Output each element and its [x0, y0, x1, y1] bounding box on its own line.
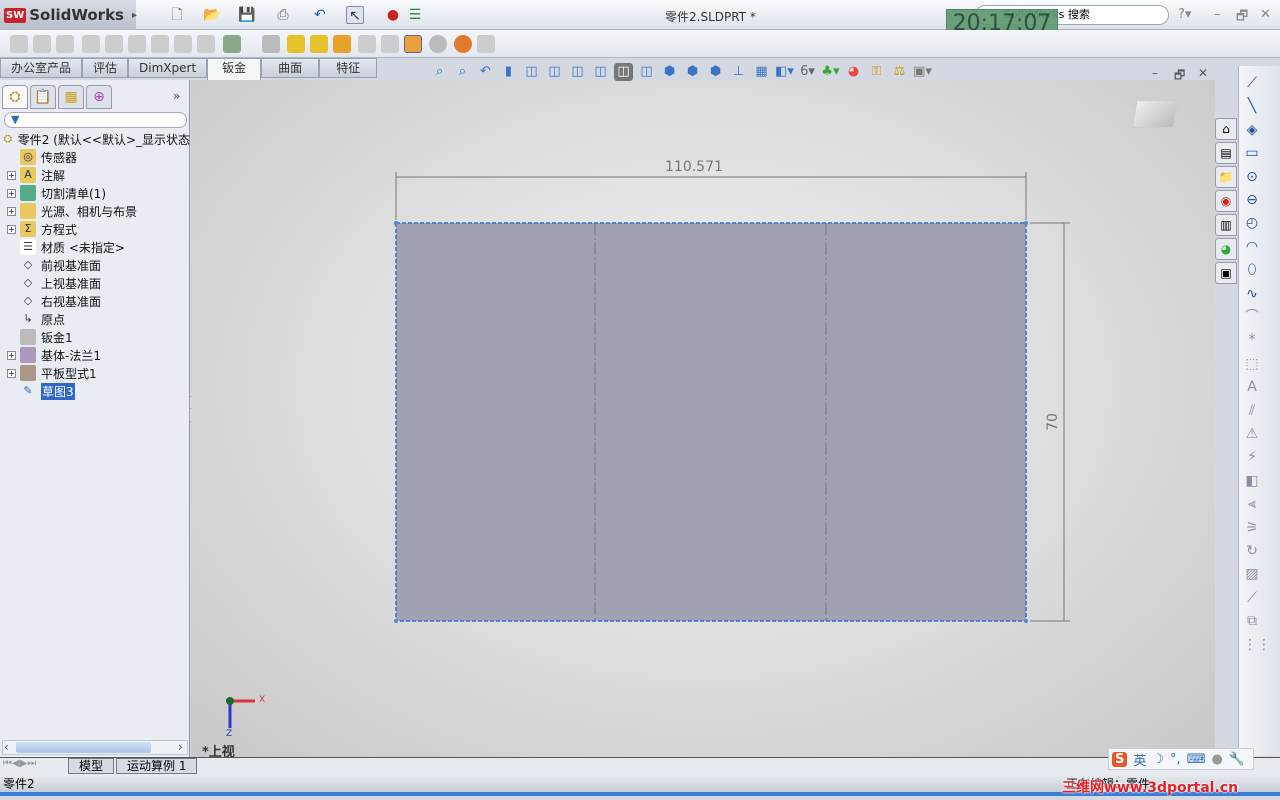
- 3d-content-central-icon[interactable]: ◉: [1215, 190, 1237, 212]
- grid-icon[interactable]: ⋮⋮: [1243, 636, 1271, 654]
- design-library-icon[interactable]: ▤: [1215, 142, 1237, 164]
- trim-icon[interactable]: ⫽: [1243, 402, 1261, 420]
- point-icon[interactable]: *: [1243, 331, 1261, 349]
- centerline-icon[interactable]: ◈: [1243, 121, 1261, 139]
- offset-icon[interactable]: ⚡: [1243, 448, 1261, 466]
- construction-geometry-icon[interactable]: ⬚: [1243, 355, 1261, 373]
- tab-motion-study[interactable]: 运动算例 1: [116, 758, 198, 774]
- slot-icon[interactable]: ⊖: [1243, 191, 1261, 209]
- ellipse-icon[interactable]: ⬯: [1243, 261, 1261, 279]
- text-icon[interactable]: A: [1243, 378, 1261, 396]
- convert-entities-icon[interactable]: ◧: [1243, 472, 1261, 490]
- copy-icon[interactable]: ⧉: [1243, 612, 1261, 630]
- origin-point: [226, 697, 234, 705]
- height-dimension[interactable]: 70: [1045, 413, 1061, 431]
- wrench-icon[interactable]: 🔧: [1229, 752, 1245, 767]
- mirror-icon[interactable]: ⚠: [1243, 425, 1261, 443]
- tab-navigation-icons[interactable]: ⏮◀▶⏭: [0, 758, 66, 774]
- line-icon[interactable]: ╲: [1243, 97, 1261, 115]
- move-entities-icon[interactable]: ⟋: [1243, 589, 1261, 607]
- punctuation-icon[interactable]: °,: [1170, 752, 1181, 767]
- x-axis-label: X: [259, 695, 266, 705]
- task-pane-tabs: ⌂ ▤ 📁 ◉ ▥ ◕ ▣: [1215, 118, 1238, 288]
- rectangle-icon[interactable]: ▭: [1243, 144, 1261, 162]
- sketch-svg: [226, 172, 1070, 728]
- keyboard-icon[interactable]: ⌨: [1187, 752, 1206, 767]
- arc-icon[interactable]: ◴: [1243, 214, 1261, 232]
- user-icon[interactable]: ●: [1211, 752, 1222, 767]
- ime-toolbar[interactable]: S 英 ☽ °, ⌨ ● 🔧: [1108, 748, 1254, 770]
- linear-pattern-icon[interactable]: ⫷: [1243, 495, 1261, 513]
- z-axis-label: Z: [226, 729, 233, 739]
- file-explorer-icon[interactable]: 📁: [1215, 166, 1237, 188]
- circle-icon[interactable]: ⊙: [1243, 168, 1261, 186]
- moon-icon[interactable]: ☽: [1152, 752, 1164, 767]
- repair-sketch-icon[interactable]: ↻: [1243, 542, 1261, 560]
- centerpoint-arc-icon[interactable]: ◠: [1243, 238, 1261, 256]
- view-palette-icon[interactable]: ▥: [1215, 214, 1237, 236]
- ime-language[interactable]: 英: [1133, 750, 1146, 769]
- display-relations-icon[interactable]: ⚞: [1243, 519, 1261, 537]
- spline-icon[interactable]: ∿: [1243, 285, 1261, 303]
- status-text: 零件2: [3, 777, 35, 791]
- custom-properties-icon[interactable]: ▣: [1215, 262, 1237, 284]
- resources-icon[interactable]: ⌂: [1215, 118, 1237, 140]
- bottom-tab-bar: ⏮◀▶⏭ 模型 运动算例 1: [0, 757, 1280, 774]
- sketch-picture-icon[interactable]: ▨: [1243, 565, 1261, 583]
- appearances-icon[interactable]: ◕: [1215, 238, 1237, 260]
- smart-dimension-icon[interactable]: ⟋: [1243, 74, 1261, 92]
- tab-model[interactable]: 模型: [68, 758, 115, 774]
- fillet-icon[interactable]: ⌒: [1243, 308, 1261, 326]
- watermark: 三维网www.3dportal.cn: [1062, 780, 1239, 796]
- width-dimension[interactable]: 110.571: [665, 159, 723, 175]
- sketch-rectangle[interactable]: [395, 222, 1027, 622]
- sogou-icon: S: [1112, 751, 1128, 767]
